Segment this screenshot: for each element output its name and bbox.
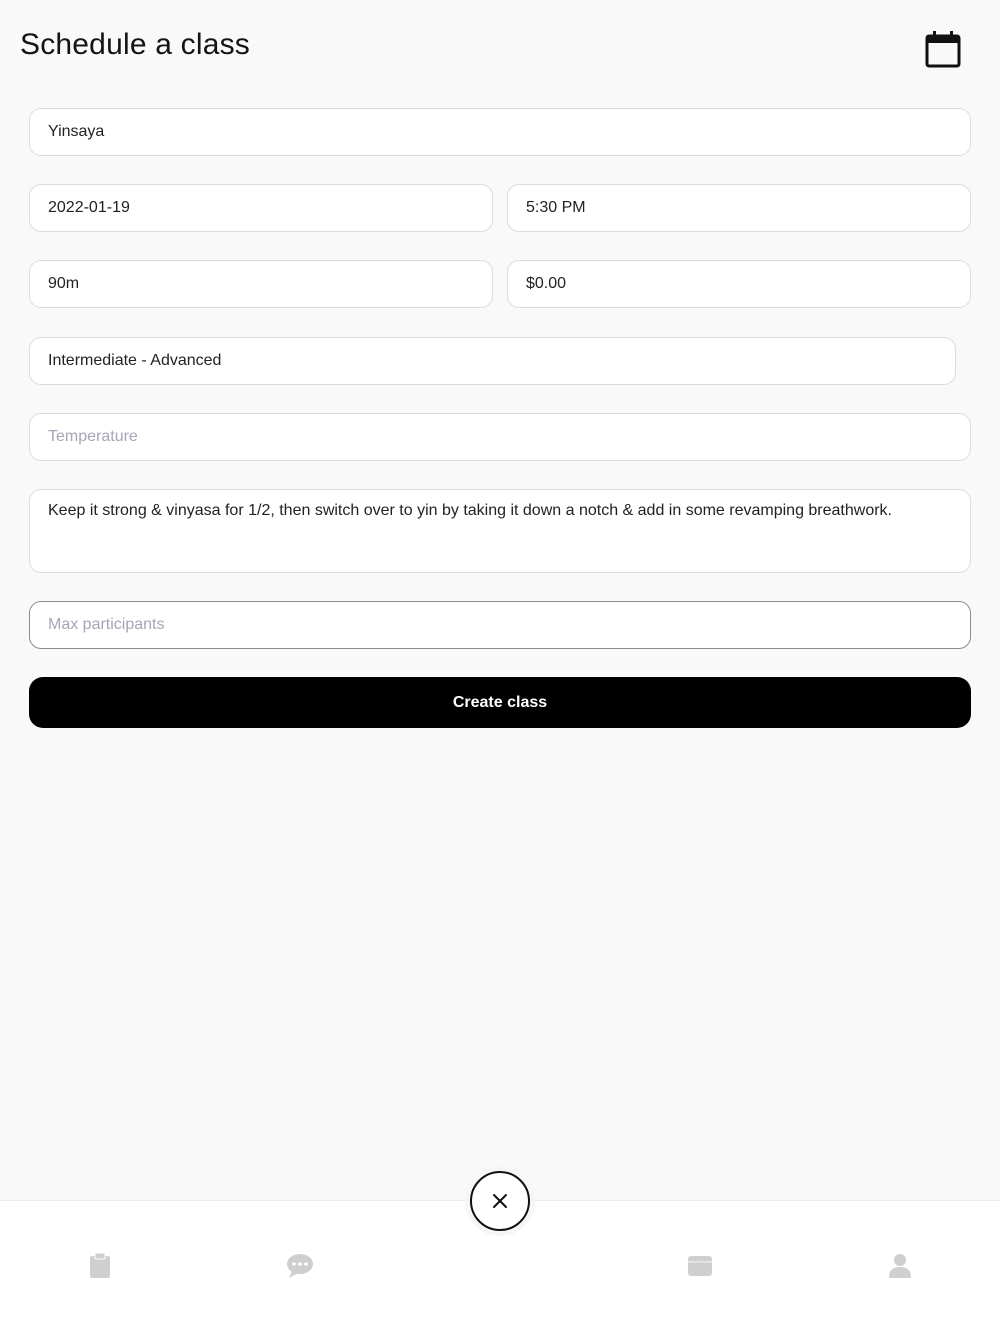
schedule-class-screen: Schedule a class Keep it strong & vinyas… [0,0,1000,1334]
page-title: Schedule a class [20,28,251,61]
tab-profile[interactable] [885,1251,915,1281]
user-icon [889,1254,911,1278]
tab-wallet[interactable] [685,1251,715,1281]
temperature-input[interactable] [29,413,971,461]
chat-icon [287,1254,313,1278]
description-textarea[interactable]: Keep it strong & vinyasa for 1/2, then s… [29,489,971,573]
header: Schedule a class [0,0,1000,100]
create-class-button[interactable]: Create class [29,677,971,728]
clipboard-icon [90,1253,110,1278]
tab-classes[interactable] [85,1251,115,1281]
date-input[interactable] [29,184,493,232]
wallet-icon [688,1256,712,1276]
calendar-button[interactable] [920,26,966,72]
close-button[interactable] [470,1171,530,1231]
time-input[interactable] [507,184,971,232]
tab-messages[interactable] [285,1251,315,1281]
class-name-input[interactable] [29,108,971,156]
level-select[interactable] [29,337,956,385]
close-icon [493,1194,507,1208]
price-input[interactable] [507,260,971,308]
duration-input[interactable] [29,260,493,308]
max-participants-input[interactable] [29,601,971,649]
calendar-icon [925,31,961,68]
